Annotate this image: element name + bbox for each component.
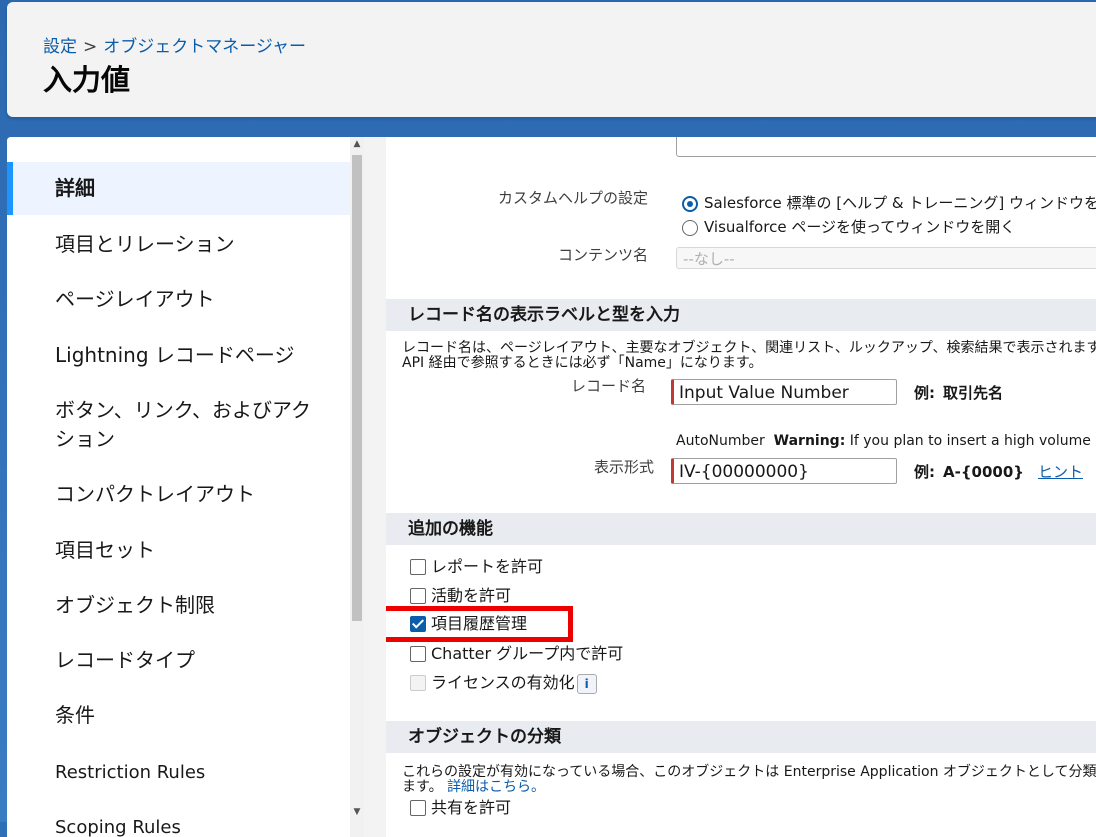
- autonumber-type: AutoNumber: [676, 433, 765, 449]
- info-icon[interactable]: i: [576, 673, 597, 694]
- record-name-description-line2: API 経由で参照するときには必ず「Name」になります。: [402, 355, 763, 371]
- sidebar-item-fields-relationships[interactable]: 項目とリレーション: [7, 230, 350, 259]
- sidebar-item-field-sets[interactable]: 項目セット: [7, 536, 350, 565]
- panel-divider: [364, 137, 387, 837]
- description-textarea[interactable]: [676, 137, 1096, 157]
- example-label: 例:: [914, 384, 935, 402]
- autonumber-warning: AutoNumber Warning: If you plan to inser…: [676, 433, 1091, 449]
- breadcrumb-object-manager-link[interactable]: オブジェクトマネージャー: [103, 37, 306, 57]
- radio-standard-help[interactable]: [682, 195, 698, 212]
- display-format-input[interactable]: IV-{00000000}: [671, 458, 897, 484]
- enable-licensing-checkbox: [410, 674, 426, 691]
- record-name-example: 例: 取引先名: [914, 382, 1011, 403]
- checkbox-row-allow-reports[interactable]: レポートを許可: [410, 557, 543, 577]
- allow-activities-label: 活動を許可: [431, 586, 512, 605]
- content-name-select: --なし--: [676, 247, 1096, 269]
- radio-visualforce-help-label: Visualforce ページを使ってウィンドウを開く: [704, 218, 1016, 236]
- custom-help-label: カスタムヘルプの設定: [497, 189, 648, 207]
- breadcrumb: 設定 > オブジェクトマネージャー: [43, 32, 306, 57]
- sidebar-item-object-limits[interactable]: オブジェクト制限: [7, 591, 350, 620]
- sidebar-item-buttons-links-actions[interactable]: ボタン、リンク、およびアク ション: [7, 396, 350, 454]
- content-name-label: コンテンツ名: [557, 246, 648, 264]
- object-classification-desc-prefix: ます。: [402, 779, 443, 795]
- content-area: カスタムヘルプの設定 Salesforce 標準の [ヘルプ & トレーニング]…: [386, 137, 1096, 837]
- breadcrumb-separator: >: [83, 37, 98, 57]
- main-panel: 詳細 項目とリレーション ページレイアウト Lightning レコードページ …: [7, 137, 1096, 837]
- object-classification-description-line2: ます。 詳細はこちら。: [402, 780, 545, 795]
- scroll-down-arrow-icon[interactable]: ▼: [350, 805, 364, 819]
- sidebar-item-conditions[interactable]: 条件: [7, 701, 350, 730]
- additional-features-section-header: 追加の機能: [386, 513, 1096, 545]
- sidebar-item-scoping-rules[interactable]: Scoping Rules: [7, 813, 350, 837]
- scrollbar-thumb[interactable]: [352, 155, 362, 621]
- display-format-example-value: A-{0000}: [943, 463, 1024, 481]
- allow-reports-checkbox[interactable]: [410, 558, 426, 575]
- display-format-example: 例: A-{0000} ヒント: [914, 461, 1083, 482]
- allow-sharing-checkbox[interactable]: [410, 799, 426, 816]
- sidebar-item-record-types[interactable]: レコードタイプ: [7, 646, 350, 675]
- allow-reports-label: レポートを許可: [431, 557, 544, 576]
- custom-help-option-standard[interactable]: Salesforce 標準の [ヘルプ & トレーニング] ウィンドウを開く: [682, 192, 1096, 213]
- checkbox-row-allow-activities[interactable]: 活動を許可: [410, 586, 511, 606]
- sidebar-item-details[interactable]: 詳細: [7, 162, 350, 215]
- sidebar-item-page-layouts[interactable]: ページレイアウト: [7, 285, 350, 314]
- allow-chatter-groups-checkbox[interactable]: [410, 645, 426, 662]
- allow-sharing-label: 共有を許可: [431, 798, 512, 817]
- checkbox-row-allow-sharing[interactable]: 共有を許可: [410, 798, 511, 818]
- page-header: 設定 > オブジェクトマネージャー 入力値: [7, 2, 1096, 117]
- checkbox-row-enable-licensing: ライセンスの有効化 i: [410, 673, 597, 694]
- breadcrumb-setup-link[interactable]: 設定: [43, 37, 77, 57]
- page-title: 入力値: [43, 63, 131, 97]
- record-name-example-value: 取引先名: [943, 384, 1004, 402]
- allow-chatter-groups-label: Chatter グループ内で許可: [431, 644, 624, 663]
- sidebar-item-compact-layouts[interactable]: コンパクトレイアウト: [7, 480, 350, 509]
- learn-more-link[interactable]: 詳細はこちら。: [447, 779, 545, 795]
- sidebar-item-lightning-record-pages[interactable]: Lightning レコードページ: [7, 341, 350, 370]
- hint-link[interactable]: ヒント: [1038, 463, 1083, 481]
- radio-standard-help-label: Salesforce 標準の [ヘルプ & トレーニング] ウィンドウを開く: [704, 194, 1096, 212]
- warning-label: Warning:: [773, 433, 846, 449]
- object-classification-description-line1: これらの設定が有効になっている場合、このオブジェクトは Enterprise A…: [402, 764, 1096, 780]
- sidebar-scrollbar[interactable]: ▲ ▼: [350, 137, 364, 837]
- object-classification-section-header: オブジェクトの分類: [386, 721, 1096, 753]
- allow-activities-checkbox[interactable]: [410, 587, 426, 604]
- checkbox-row-allow-chatter-groups[interactable]: Chatter グループ内で許可: [410, 644, 623, 664]
- red-highlight-box: [386, 606, 573, 642]
- enable-licensing-label: ライセンスの有効化: [431, 673, 575, 692]
- record-name-section-header: レコード名の表示ラベルと型を入力: [386, 299, 1096, 331]
- custom-help-option-visualforce[interactable]: Visualforce ページを使ってウィンドウを開く: [682, 216, 1015, 237]
- record-name-label: レコード名: [570, 377, 646, 395]
- display-format-label: 表示形式: [593, 458, 654, 476]
- radio-visualforce-help[interactable]: [682, 219, 698, 236]
- sidebar-item-restriction-rules[interactable]: Restriction Rules: [7, 758, 350, 787]
- warning-text: If you plan to insert a high volume: [849, 433, 1091, 449]
- scroll-up-arrow-icon[interactable]: ▲: [350, 137, 364, 151]
- record-name-input[interactable]: Input Value Number: [671, 379, 897, 405]
- sidebar: 詳細 項目とリレーション ページレイアウト Lightning レコードページ …: [7, 137, 350, 837]
- record-name-description-line1: レコード名は、ページレイアウト、主要なオブジェクト、関連リスト、ルックアップ、検…: [402, 340, 1096, 356]
- example-label-2: 例:: [914, 463, 935, 481]
